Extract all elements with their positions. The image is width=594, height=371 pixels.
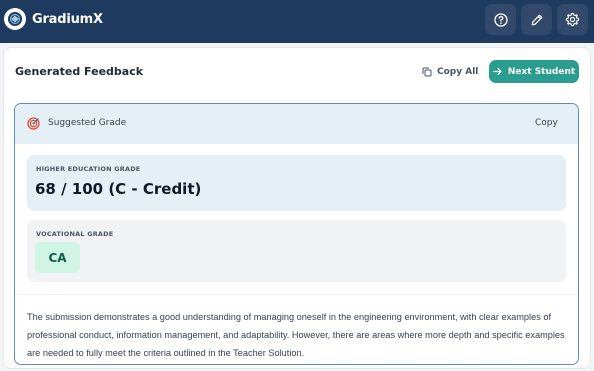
higher-education-grade-label: HIGHER EDUCATION GRADE — [36, 165, 141, 173]
top-bar: GradiumX — [0, 0, 594, 43]
gear-icon — [565, 12, 580, 27]
copy-grade-button[interactable]: Copy — [535, 118, 558, 128]
suggested-grade-title: Suggested Grade — [48, 118, 127, 128]
help-circle-icon — [493, 12, 508, 27]
edit-button[interactable] — [521, 4, 552, 35]
vocational-grade-box: VOCATIONAL GRADE CA — [27, 220, 566, 282]
help-button[interactable] — [485, 4, 516, 35]
app-name: GradiumX — [32, 11, 103, 27]
next-student-button[interactable]: Next Student — [489, 60, 579, 83]
pencil-icon — [531, 14, 542, 25]
feedback-text: The submission demonstrates a good under… — [27, 312, 565, 358]
brand[interactable]: GradiumX — [4, 8, 103, 30]
copy-all-button[interactable]: Copy All — [422, 64, 478, 80]
suggested-grade-header: Suggested Grade Copy — [15, 104, 578, 144]
target-icon — [27, 117, 40, 130]
vocational-grade-badge: CA — [35, 242, 80, 273]
divider — [15, 294, 578, 295]
vocational-grade-label: VOCATIONAL GRADE — [36, 230, 114, 238]
higher-education-grade-box: HIGHER EDUCATION GRADE 68 / 100 (C - Cre… — [27, 155, 566, 211]
next-student-label: Next Student — [507, 66, 576, 77]
suggested-grade-panel: Suggested Grade Copy HIGHER EDUCATION GR… — [14, 103, 579, 365]
generated-feedback-card: Generated Feedback Copy All Next Student… — [3, 47, 591, 369]
settings-button[interactable] — [557, 4, 588, 35]
copy-icon — [422, 67, 432, 77]
arrow-right-icon — [493, 67, 502, 76]
card-title: Generated Feedback — [15, 65, 144, 78]
higher-education-grade-value: 68 / 100 (C - Credit) — [35, 180, 202, 198]
gradiumx-logo-icon — [4, 8, 26, 30]
copy-all-label: Copy All — [437, 67, 479, 77]
